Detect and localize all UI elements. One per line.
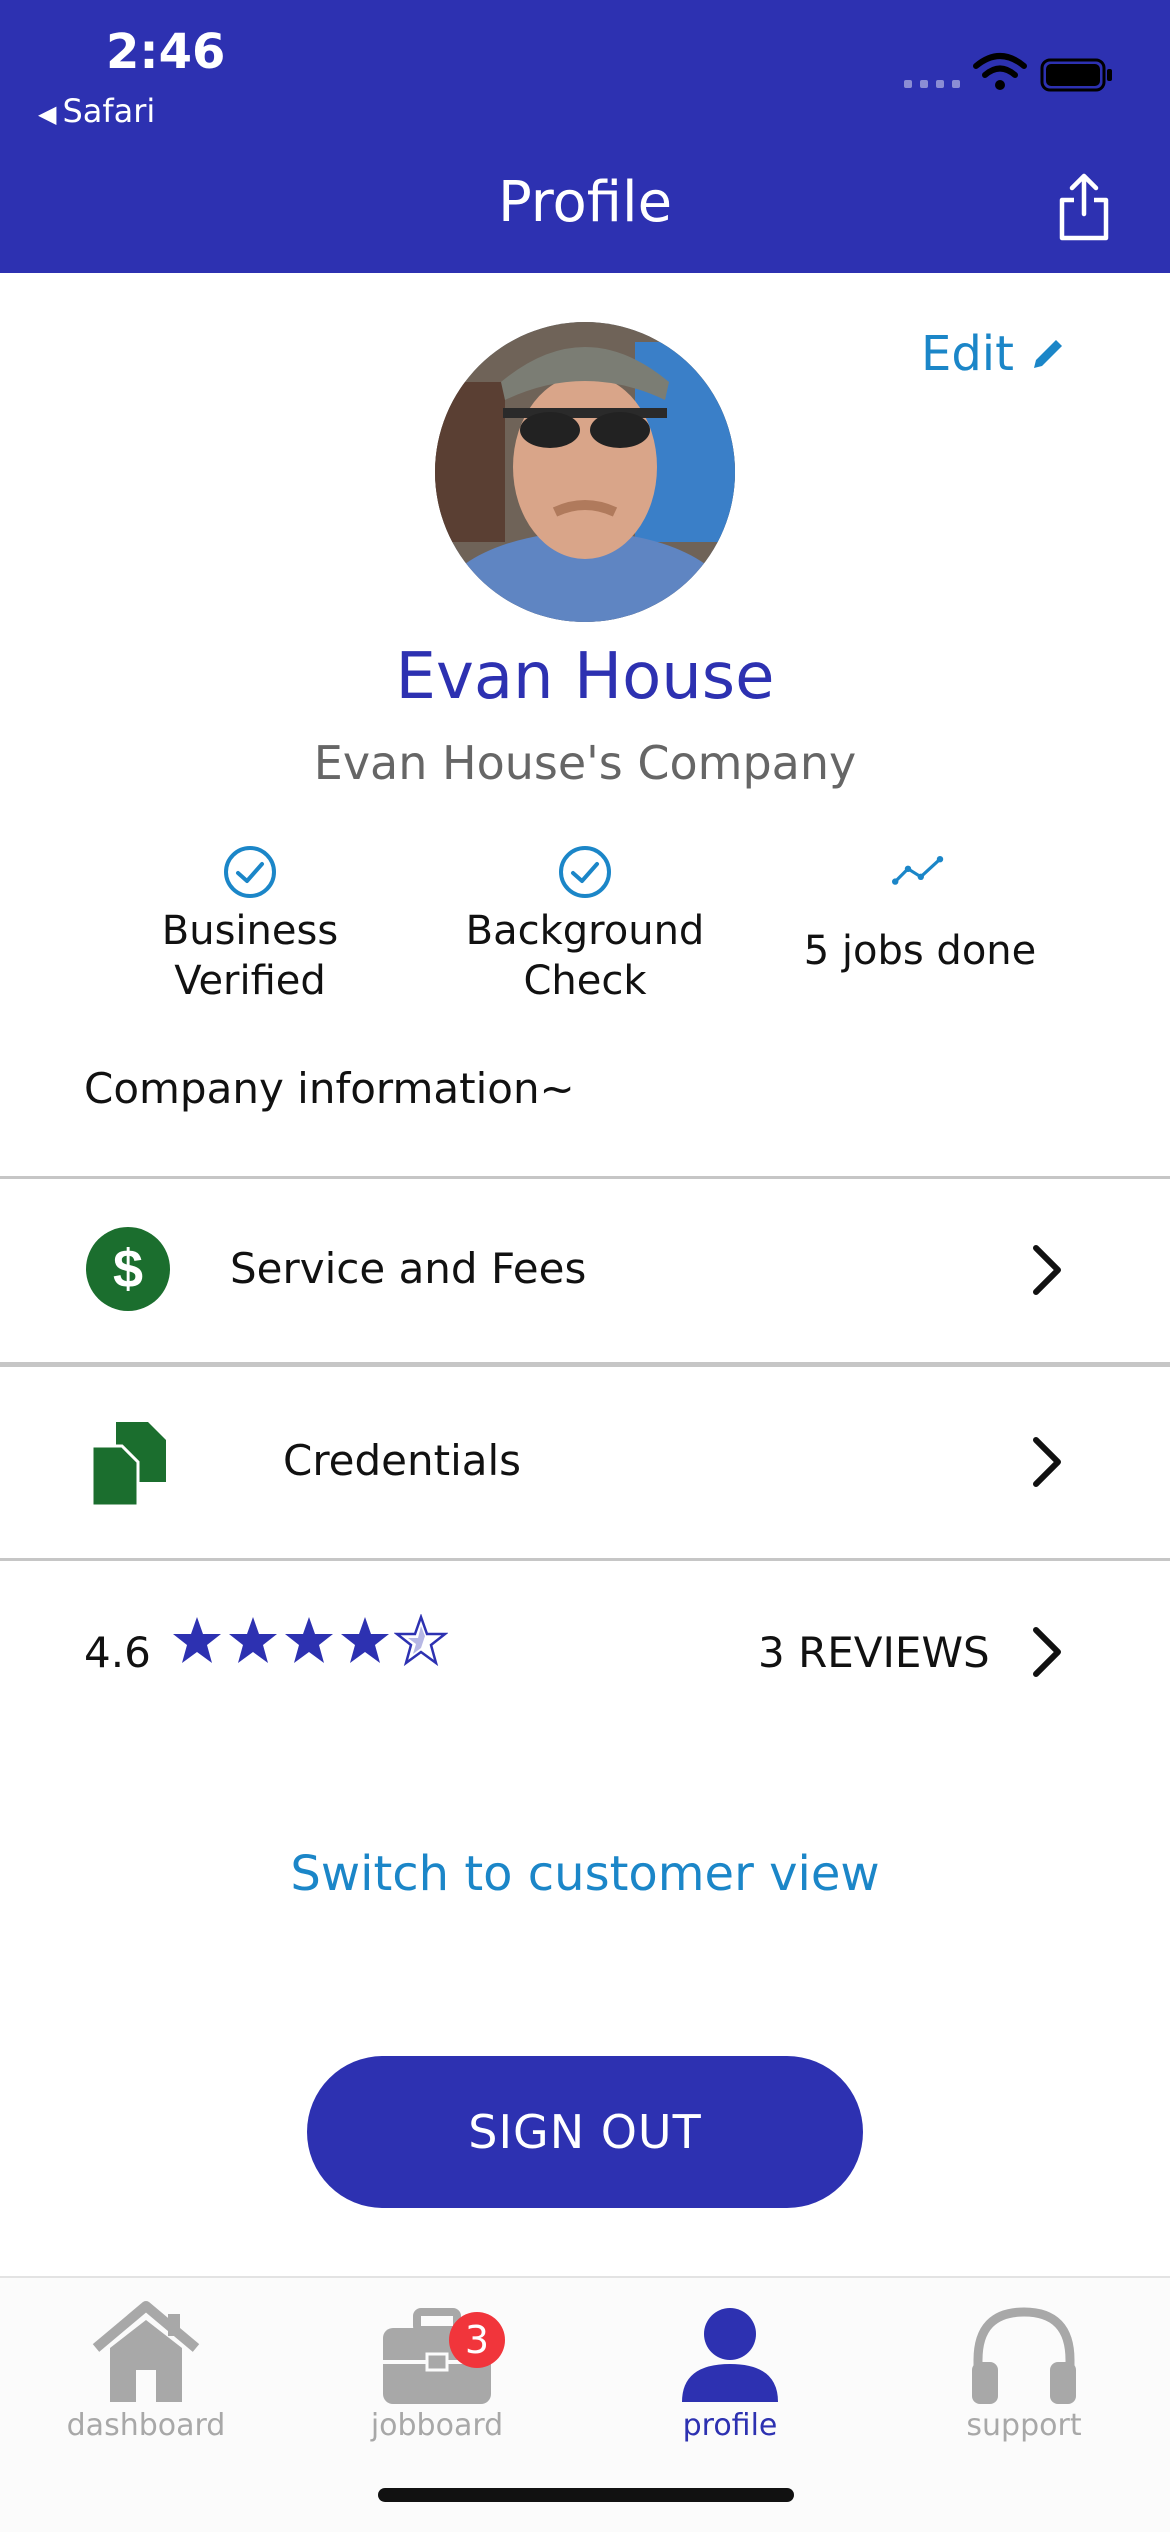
tab-label: dashboard — [66, 2408, 226, 2443]
home-indicator[interactable] — [378, 2488, 794, 2502]
badge-label-line1: Business — [161, 908, 339, 954]
dollar-icon: $ — [86, 1227, 170, 1311]
rating-row[interactable]: 4.6 3 REVIEWS — [0, 1590, 1170, 1710]
avatar — [435, 322, 735, 622]
person-icon — [682, 2308, 778, 2402]
divider — [0, 1362, 1170, 1367]
chevron-right-icon — [1033, 1437, 1061, 1487]
headphones-icon — [972, 2307, 1076, 2404]
check-circle-icon — [559, 846, 611, 898]
switch-to-customer-view-link[interactable]: Switch to customer view — [0, 1846, 1170, 1902]
service-and-fees-label: Service and Fees — [230, 1244, 587, 1293]
star-outline-icon — [394, 1614, 448, 1667]
tab-label: jobboard — [370, 2408, 504, 2443]
tab-jobboard[interactable]: 3 jobboard — [337, 2298, 537, 2443]
cellular-signal-icon — [904, 80, 960, 88]
badge-label-line2: Verified — [174, 958, 326, 1004]
rating-value: 4.6 — [84, 1628, 151, 1677]
star-filled-icon — [229, 1617, 277, 1663]
divider — [0, 1558, 1170, 1561]
star-filled-icon — [173, 1617, 221, 1663]
back-app-label: Safari — [62, 92, 156, 130]
profile-name: Evan House — [395, 640, 775, 714]
background-check-badge: Background Check — [440, 844, 730, 1006]
app-header: 2:46 ◀ Safari Profile — [0, 0, 1170, 273]
chevron-right-icon — [1033, 1245, 1061, 1295]
edit-profile-button[interactable]: Edit — [921, 326, 1068, 382]
company-information-text: Company information~ — [84, 1064, 575, 1113]
tab-profile[interactable]: profile — [630, 2298, 830, 2443]
reviews-count: 3 REVIEWS — [758, 1628, 990, 1677]
jobboard-notification-badge: 3 — [449, 2312, 505, 2368]
tab-label: profile — [682, 2408, 778, 2443]
credentials-row[interactable]: Credentials — [0, 1372, 1170, 1552]
documents-icon — [90, 1422, 166, 1508]
svg-text:$: $ — [113, 1239, 143, 1299]
status-time: 2:46 — [106, 24, 226, 80]
credentials-label: Credentials — [283, 1436, 522, 1485]
badge-label-line1: Background — [465, 908, 705, 954]
star-filled-icon — [341, 1617, 389, 1663]
wifi-icon — [973, 53, 1027, 90]
back-triangle-icon: ◀ — [38, 100, 57, 128]
avatar-photo — [435, 322, 735, 622]
jobs-done-label: 5 jobs done — [803, 928, 1037, 974]
tab-label: support — [966, 2408, 1082, 2443]
edit-label: Edit — [921, 326, 1014, 382]
service-and-fees-row[interactable]: $ Service and Fees — [0, 1180, 1170, 1360]
battery-icon — [1040, 58, 1112, 92]
share-icon[interactable] — [1054, 172, 1114, 242]
chevron-right-icon — [1033, 1627, 1061, 1677]
page-title: Profile — [497, 170, 673, 235]
star-rating — [170, 1614, 448, 1668]
tab-support[interactable]: support — [924, 2298, 1124, 2443]
sign-out-button[interactable]: SIGN OUT — [307, 2056, 863, 2208]
divider — [0, 1176, 1170, 1179]
star-filled-icon — [285, 1617, 333, 1663]
trend-line-icon — [892, 856, 944, 885]
jobs-done-badge: 5 jobs done — [780, 844, 1060, 976]
company-name: Evan House's Company — [313, 736, 857, 790]
back-to-safari[interactable]: ◀ Safari — [38, 92, 155, 130]
pencil-icon — [1033, 340, 1062, 368]
tab-dashboard[interactable]: dashboard — [46, 2298, 246, 2443]
check-circle-icon — [224, 846, 276, 898]
business-verified-badge: Business Verified — [130, 844, 370, 1006]
badge-label-line2: Check — [523, 958, 647, 1004]
home-icon — [92, 2301, 200, 2402]
